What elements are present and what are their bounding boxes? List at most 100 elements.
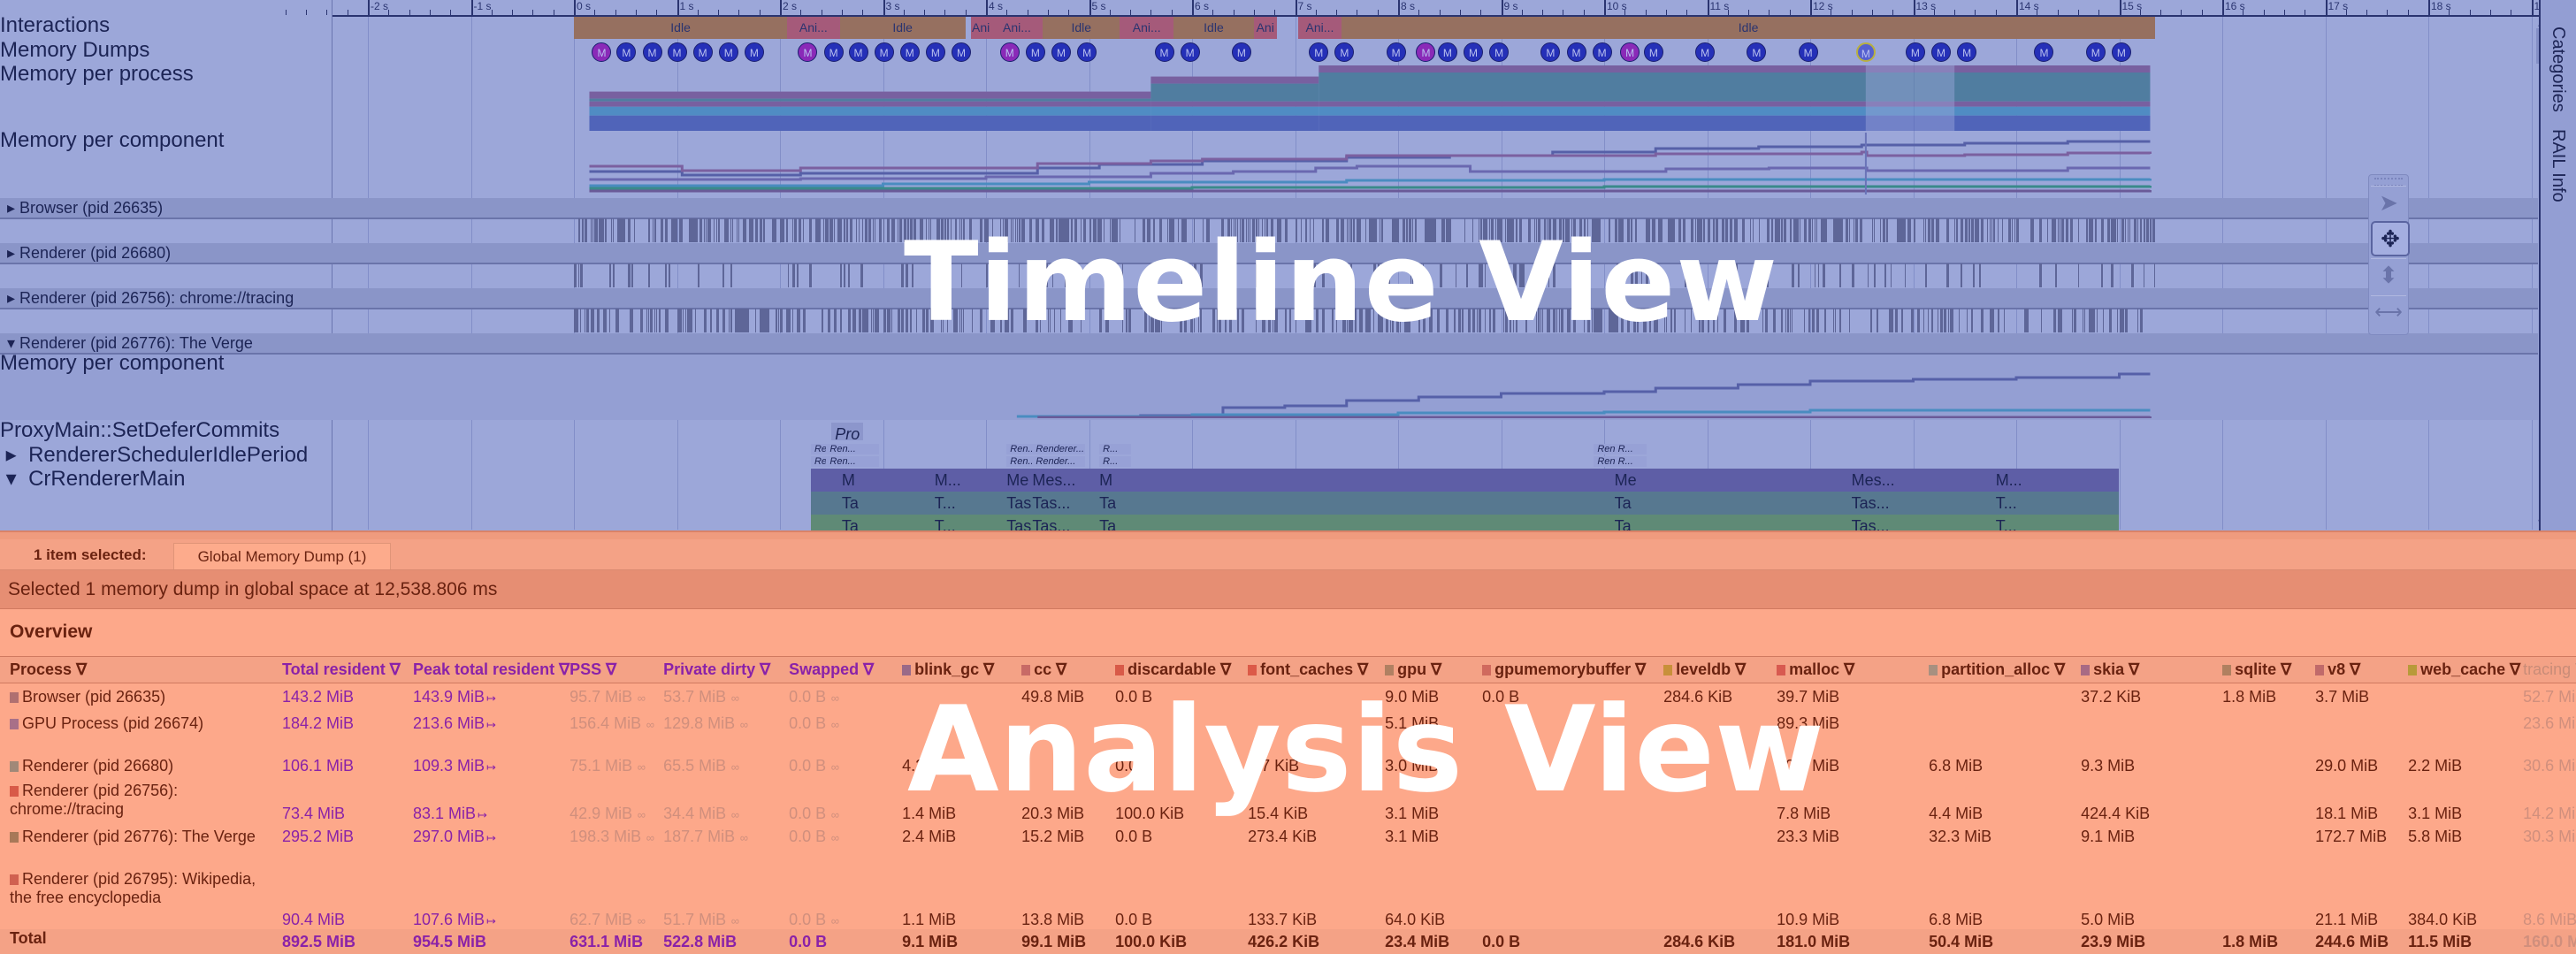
memory-dump-heavy[interactable]: M xyxy=(999,42,1020,62)
column-header-tracing[interactable]: tracing ∇ xyxy=(2523,657,2576,683)
sort-icon[interactable]: ∇ xyxy=(1056,660,1066,678)
column-header-total-resident[interactable]: Total resident ∇ xyxy=(282,657,413,683)
memory-dump[interactable]: M xyxy=(1309,42,1329,62)
column-header-sqlite[interactable]: sqlite ∇ xyxy=(2222,657,2315,683)
sort-icon[interactable]: ∇ xyxy=(76,660,87,678)
sort-icon[interactable]: ∇ xyxy=(2054,660,2065,678)
memory-dump[interactable]: M xyxy=(1957,42,1977,62)
column-header-skia[interactable]: skia ∇ xyxy=(2081,657,2222,683)
memory-dump[interactable]: M xyxy=(1747,42,1767,62)
memory-dump[interactable]: M xyxy=(1566,42,1586,62)
slice-idle-period[interactable]: Ren... xyxy=(826,444,880,454)
sort-icon[interactable]: ∇ xyxy=(2510,660,2520,678)
memory-dump[interactable]: M xyxy=(744,42,764,62)
memory-dump[interactable]: M xyxy=(1464,42,1484,62)
memory-dump[interactable]: M xyxy=(2034,42,2054,62)
sort-icon[interactable]: ∇ xyxy=(1220,660,1231,678)
memory-dump[interactable]: M xyxy=(1592,42,1612,62)
interaction-anim[interactable]: Ani... xyxy=(990,17,1043,39)
memory-dump[interactable]: M xyxy=(1025,42,1045,62)
column-header-partition-alloc[interactable]: partition_alloc ∇ xyxy=(1929,657,2081,683)
memory-dump[interactable]: M xyxy=(667,42,687,62)
track-label-main-thread[interactable]: ▾ CrRendererMain xyxy=(0,466,186,492)
peak-link-icon[interactable]: ↦ xyxy=(478,808,487,821)
interaction-idle[interactable]: Idle xyxy=(574,17,788,39)
peak-link-icon[interactable]: ↦ xyxy=(486,760,496,774)
memory-dump[interactable]: M xyxy=(1180,42,1200,62)
slice-idle-period[interactable]: Renderer... xyxy=(1032,444,1086,454)
memory-dump-heavy[interactable]: M xyxy=(1620,42,1640,62)
sort-icon[interactable]: ∇ xyxy=(1844,660,1854,678)
time-ruler[interactable]: -2 s -1 s 0 s 1 s 2 s 3 s 4 s 5 s 6 s 7 s 8 s 9 s 10… xyxy=(285,0,2574,17)
slice-idle-period[interactable]: R... xyxy=(1099,456,1132,467)
slice-idle-period[interactable]: R... xyxy=(1099,444,1132,454)
column-header-gpumemorybuffer[interactable]: gpumemorybuffer ∇ xyxy=(1482,657,1663,683)
sort-icon[interactable]: ∇ xyxy=(863,660,874,678)
sort-icon[interactable]: ∇ xyxy=(1357,660,1368,678)
column-header-blink-gc[interactable]: blink_gc ∇ xyxy=(902,657,1021,683)
interaction-idle[interactable]: Idle xyxy=(1341,17,2156,39)
memory-dump[interactable]: M xyxy=(1437,42,1457,62)
column-header-web-cache[interactable]: web_cache ∇ xyxy=(2408,657,2523,683)
column-header-pss[interactable]: PSS ∇ xyxy=(569,657,663,683)
memory-dump[interactable]: M xyxy=(2085,42,2106,62)
memory-dump[interactable]: M xyxy=(1798,42,1818,62)
slice-idle-period[interactable]: R... xyxy=(1614,444,1647,454)
select-tool-icon[interactable]: ➤ xyxy=(2371,186,2406,218)
memory-dump[interactable]: M xyxy=(823,42,844,62)
memory-dump[interactable]: M xyxy=(1077,42,1097,62)
sort-icon[interactable]: ∇ xyxy=(760,660,770,678)
memory-dump[interactable]: M xyxy=(1154,42,1174,62)
memory-dump[interactable]: M xyxy=(1334,42,1355,62)
memory-dump[interactable]: M xyxy=(1386,42,1406,62)
track-label-idle-period[interactable]: ▸ RendererSchedulerIdlePeriod xyxy=(0,442,309,468)
column-header-leveldb[interactable]: leveldb ∇ xyxy=(1663,657,1777,683)
memory-dump[interactable]: M xyxy=(899,42,920,62)
memory-dump[interactable]: M xyxy=(1231,42,1251,62)
interaction-anim[interactable]: Ani... xyxy=(787,17,840,39)
sort-icon[interactable]: ∇ xyxy=(2281,660,2291,678)
column-header-cc[interactable]: cc ∇ xyxy=(1021,657,1115,683)
column-header-v8[interactable]: v8 ∇ xyxy=(2315,657,2408,683)
peak-link-icon[interactable]: ↦ xyxy=(486,718,496,731)
side-tab-categories[interactable]: Categories xyxy=(2548,27,2568,112)
column-header-process[interactable]: Process ∇ xyxy=(0,657,282,683)
interaction-idle[interactable]: Idle xyxy=(1043,17,1120,39)
interaction-idle[interactable]: Idle xyxy=(1173,17,1254,39)
interaction-anim[interactable]: Ani... xyxy=(1120,17,1174,39)
sort-icon[interactable]: ∇ xyxy=(1431,660,1441,678)
column-header-font-caches[interactable]: font_caches ∇ xyxy=(1248,657,1385,683)
memory-dump-heavy[interactable]: M xyxy=(592,42,612,62)
memory-dump[interactable]: M xyxy=(1540,42,1561,62)
slice-idle-period[interactable]: Ren... xyxy=(826,456,880,467)
slice-idle-period[interactable]: Render... xyxy=(1032,456,1086,467)
verge-memory-per-component-chart[interactable] xyxy=(333,355,2538,418)
memory-dump[interactable]: M xyxy=(952,42,972,62)
column-header-peak-total-resident[interactable]: Peak total resident ∇ xyxy=(413,657,569,683)
sort-icon[interactable]: ∇ xyxy=(983,660,994,678)
interaction-anim[interactable]: Ani... xyxy=(1297,17,1342,39)
memory-dump[interactable]: M xyxy=(2111,42,2131,62)
memory-dump[interactable]: M xyxy=(1695,42,1716,62)
memory-dump-heavy[interactable]: M xyxy=(1416,42,1436,62)
memory-per-process-chart[interactable] xyxy=(333,65,2538,133)
interaction-anim[interactable]: Ani xyxy=(970,17,991,39)
sort-icon[interactable]: ∇ xyxy=(2129,660,2139,678)
memory-dump[interactable]: M xyxy=(718,42,738,62)
interaction-anim[interactable]: Ani xyxy=(1253,17,1277,39)
memory-dump-heavy[interactable]: M xyxy=(798,42,818,62)
sort-icon[interactable]: ∇ xyxy=(390,660,401,678)
peak-link-icon[interactable]: ↦ xyxy=(486,914,496,927)
zoom-tool-icon[interactable]: ⬍ xyxy=(2371,258,2406,291)
pan-tool-icon[interactable]: ✥ xyxy=(2371,221,2410,256)
column-header-private-dirty[interactable]: Private dirty ∇ xyxy=(663,657,789,683)
timing-tool-icon[interactable]: ⟷ xyxy=(2371,295,2406,328)
memory-dump[interactable]: M xyxy=(1905,42,1925,62)
memory-dump[interactable]: M xyxy=(1489,42,1510,62)
column-header-malloc[interactable]: malloc ∇ xyxy=(1777,657,1929,683)
slice-idle-period[interactable]: R... xyxy=(1614,456,1647,467)
peak-link-icon[interactable]: ↦ xyxy=(486,831,496,844)
column-header-discardable[interactable]: discardable ∇ xyxy=(1115,657,1248,683)
memory-dump[interactable]: M xyxy=(874,42,894,62)
table-row[interactable]: Renderer (pid 26795): Wikipedia, the fre… xyxy=(0,866,2576,929)
